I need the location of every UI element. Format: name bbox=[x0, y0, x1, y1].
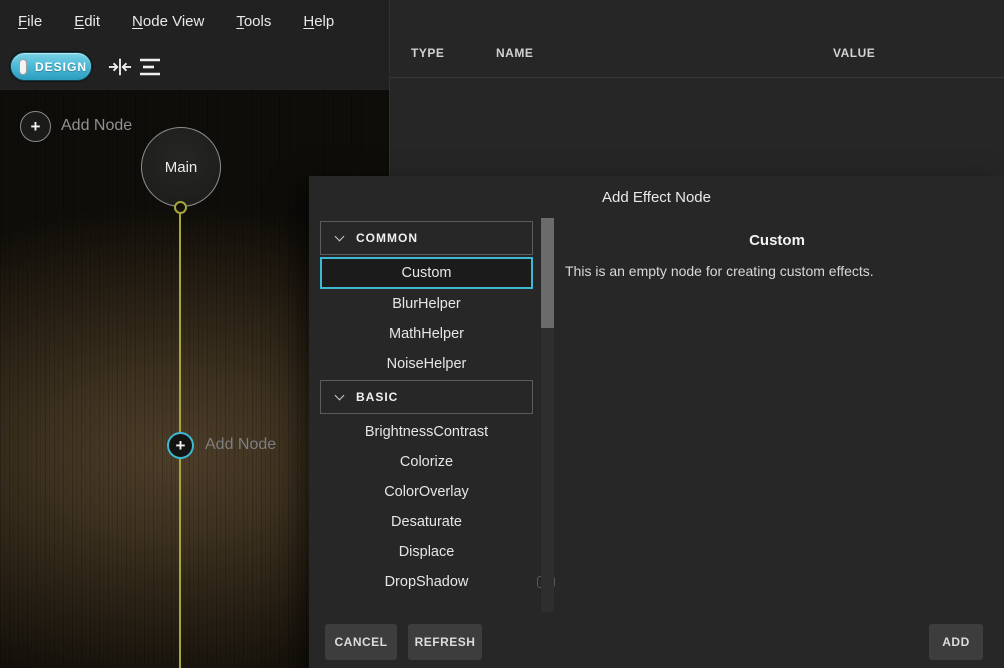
effect-item-noisehelper[interactable]: NoiseHelper bbox=[320, 349, 533, 379]
scrollbar-thumb[interactable] bbox=[541, 218, 554, 328]
effect-item-colorize[interactable]: Colorize bbox=[320, 447, 533, 477]
effect-item-label: BrightnessContrast bbox=[365, 424, 488, 440]
menu-node-view[interactable]: Node View bbox=[132, 13, 204, 30]
effect-item-blurhelper[interactable]: BlurHelper bbox=[320, 289, 533, 319]
effect-item-label: MathHelper bbox=[389, 326, 464, 342]
effect-details-description: This is an empty node for creating custo… bbox=[565, 263, 989, 279]
main-node[interactable]: Main bbox=[141, 127, 221, 207]
toggle-knob-icon bbox=[19, 59, 27, 75]
effect-item-label: DropShadow bbox=[385, 574, 469, 590]
effect-item-custom[interactable]: Custom bbox=[320, 257, 533, 289]
menu-bar: File Edit Node View Tools Help bbox=[0, 0, 389, 42]
list-lines-icon[interactable] bbox=[138, 55, 162, 79]
add-effect-node-dialog: Add Effect Node COMMON Custom BlurHelper Ma… bbox=[309, 176, 1004, 668]
effect-list-scrollbar[interactable] bbox=[541, 218, 554, 612]
main-node-output-port[interactable] bbox=[174, 201, 187, 214]
column-header-name: NAME bbox=[496, 46, 533, 60]
add-node-label-top: Add Node bbox=[61, 117, 132, 135]
effect-item-mathhelper[interactable]: MathHelper bbox=[320, 319, 533, 349]
design-mode-toggle[interactable]: DESIGN bbox=[10, 52, 92, 81]
effect-item-coloroverlay[interactable]: ColorOverlay bbox=[320, 477, 533, 507]
plus-icon: + bbox=[176, 437, 186, 454]
cancel-button[interactable]: CANCEL bbox=[325, 624, 397, 660]
main-node-label: Main bbox=[165, 159, 198, 176]
effect-item-label: Custom bbox=[402, 265, 452, 281]
app-window: File Edit Node View Tools Help DESIGN bbox=[0, 0, 1004, 668]
design-label: DESIGN bbox=[35, 60, 87, 74]
column-header-type: TYPE bbox=[411, 46, 444, 60]
effect-item-dropshadow[interactable]: DropShadow bbox=[320, 567, 533, 597]
effect-item-label: NoiseHelper bbox=[387, 356, 467, 372]
section-label: COMMON bbox=[356, 231, 418, 245]
effect-details: Custom This is an empty node for creatin… bbox=[565, 232, 989, 279]
effect-item-label: Displace bbox=[399, 544, 455, 560]
chevron-down-icon bbox=[335, 231, 345, 241]
menu-edit[interactable]: Edit bbox=[74, 13, 100, 30]
effect-list: COMMON Custom BlurHelper MathHelper NoiseHel… bbox=[320, 220, 533, 597]
properties-header-row: TYPE NAME VALUE bbox=[390, 0, 1004, 78]
plus-icon: + bbox=[31, 118, 41, 135]
section-header-basic[interactable]: BASIC bbox=[320, 380, 533, 414]
add-button[interactable]: ADD bbox=[929, 624, 983, 660]
section-header-common[interactable]: COMMON bbox=[320, 221, 533, 255]
effect-item-desaturate[interactable]: Desaturate bbox=[320, 507, 533, 537]
refresh-button[interactable]: REFRESH bbox=[408, 624, 482, 660]
effect-details-title: Custom bbox=[565, 232, 989, 249]
effect-item-label: ColorOverlay bbox=[384, 484, 469, 500]
section-label: BASIC bbox=[356, 390, 398, 404]
effect-item-label: Colorize bbox=[400, 454, 453, 470]
dialog-title: Add Effect Node bbox=[309, 189, 1004, 206]
effect-item-brightnesscontrast[interactable]: BrightnessContrast bbox=[320, 417, 533, 447]
collapse-horizontal-icon[interactable] bbox=[108, 55, 132, 79]
effect-item-displace[interactable]: Displace bbox=[320, 537, 533, 567]
add-node-button-top[interactable]: + bbox=[20, 111, 51, 142]
column-header-value: VALUE bbox=[833, 46, 875, 60]
toolbar: DESIGN bbox=[0, 42, 389, 90]
menu-tools[interactable]: Tools bbox=[236, 13, 271, 30]
add-node-label-mid: Add Node bbox=[205, 436, 276, 454]
chevron-down-icon bbox=[335, 390, 345, 400]
effect-item-label: BlurHelper bbox=[392, 296, 461, 312]
menu-help[interactable]: Help bbox=[303, 13, 334, 30]
effect-item-label: Desaturate bbox=[391, 514, 462, 530]
add-node-button-mid[interactable]: + bbox=[167, 432, 194, 459]
menu-file[interactable]: File bbox=[18, 13, 42, 30]
